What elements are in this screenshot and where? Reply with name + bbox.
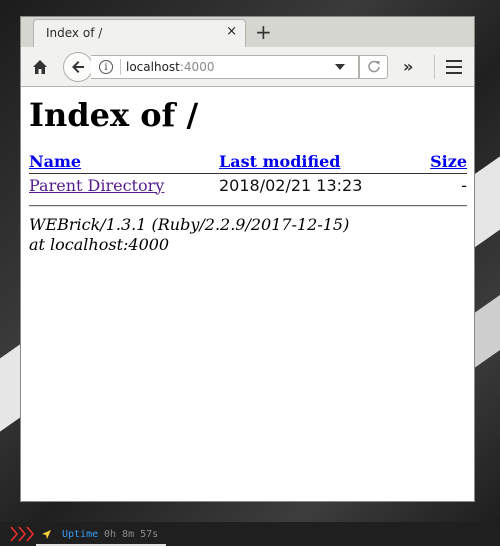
sort-by-name-link[interactable]: Name [29, 152, 81, 171]
site-info-icon[interactable]: i [99, 60, 113, 74]
directory-listing: Name Last modified Size Parent Directory… [29, 152, 467, 195]
server-signature-line2: at localhost:4000 [29, 234, 170, 254]
reload-icon [368, 60, 380, 73]
navigation-arrow-icon [42, 530, 51, 539]
url-dropdown-icon[interactable] [335, 64, 345, 70]
horizontal-rule [29, 204, 467, 207]
table-row: Parent Directory 2018/02/21 13:23 - [29, 173, 467, 195]
url-port: :4000 [179, 60, 215, 74]
tab-bar: Index of / × + [21, 17, 474, 47]
page-title: Index of / [29, 96, 199, 134]
cell-name: Parent Directory [29, 173, 219, 195]
sort-by-modified-link[interactable]: Last modified [219, 152, 340, 171]
cell-size: - [461, 175, 467, 195]
header-size: Size [416, 152, 467, 171]
home-icon[interactable] [30, 57, 50, 77]
back-arrow-icon [72, 61, 84, 73]
chevrons-icon [10, 526, 35, 542]
overflow-menu-button[interactable]: » [403, 57, 413, 76]
navigation-toolbar: i localhost:4000 » [21, 47, 474, 87]
cell-modified: 2018/02/21 13:23 [219, 175, 363, 195]
server-signature-line1: WEBrick/1.3.1 (Ruby/2.2.9/2017-12-15) [29, 214, 350, 234]
reload-button[interactable] [359, 55, 388, 79]
status-bar: Uptime 0h 8m 57s [0, 522, 500, 546]
uptime-value: 0h 8m 57s [104, 529, 159, 540]
tab-close-icon[interactable]: × [226, 24, 237, 39]
new-tab-button[interactable]: + [255, 20, 272, 44]
url-text[interactable]: localhost:4000 [126, 60, 214, 74]
hamburger-menu-icon[interactable] [446, 60, 462, 74]
browser-window: Index of / × + i localhost:4000 » Index … [20, 16, 475, 502]
toolbar-separator [434, 55, 435, 79]
back-button[interactable] [63, 52, 93, 82]
sort-by-size-link[interactable]: Size [430, 152, 467, 171]
uptime-label: Uptime [62, 529, 99, 540]
url-host: localhost [126, 60, 180, 74]
header-last-modified: Last modified [219, 152, 416, 171]
parent-directory-link[interactable]: Parent Directory [29, 176, 164, 195]
tab-title: Index of / [46, 26, 103, 40]
url-separator [120, 59, 121, 75]
tab-index[interactable]: Index of / × [33, 19, 246, 47]
server-signature: WEBrick/1.3.1 (Ruby/2.2.9/2017-12-15) at… [29, 215, 469, 255]
listing-header-row: Name Last modified Size [29, 152, 467, 171]
page-content: Index of / Name Last modified Size Paren… [29, 96, 469, 255]
url-bar[interactable]: i localhost:4000 [91, 55, 359, 79]
header-name: Name [29, 152, 219, 171]
